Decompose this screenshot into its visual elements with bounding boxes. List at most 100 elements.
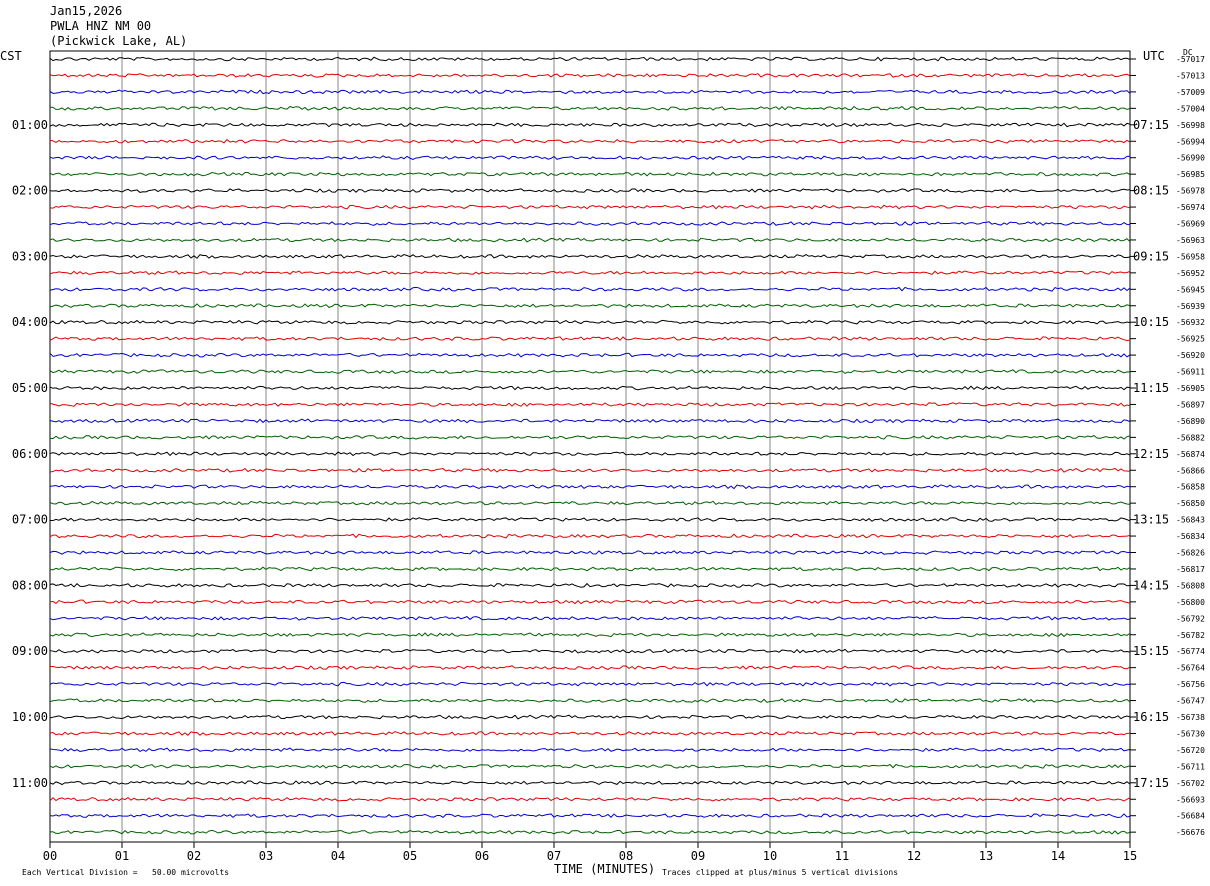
- seismic-trace: [49, 632, 1131, 638]
- seismic-trace: [49, 56, 1131, 62]
- left-hour-label: 10:00: [12, 710, 48, 724]
- dc-offset-label: -56866: [1176, 466, 1205, 475]
- dc-offset-label: -56925: [1176, 335, 1205, 344]
- seismic-trace: [49, 582, 1131, 588]
- dc-offset-label: -56890: [1176, 417, 1205, 426]
- dc-offset-label: -56817: [1176, 565, 1205, 574]
- seismic-trace: [49, 813, 1131, 819]
- seismic-trace: [49, 533, 1131, 539]
- dc-offset-label: -56808: [1176, 581, 1205, 590]
- dc-offset-label: -56874: [1176, 450, 1205, 459]
- x-tick-label: 10: [763, 849, 777, 863]
- left-hour-label: 05:00: [12, 381, 48, 395]
- dc-offset-label: -56858: [1176, 483, 1205, 492]
- dc-offset-label: -56747: [1176, 697, 1205, 706]
- right-hour-label: 15:15: [1133, 644, 1169, 658]
- dc-offset-label: -56978: [1176, 187, 1205, 196]
- right-hour-label: 14:15: [1133, 578, 1169, 592]
- dc-offset-label: -56834: [1176, 532, 1205, 541]
- x-tick-label: 03: [259, 849, 273, 863]
- dc-offset-label: -56945: [1176, 285, 1205, 294]
- seismic-trace: [49, 829, 1131, 835]
- seismogram-plot: 00 01 02 03 04 05 06 07 08 09 10 11 12 13 14 15 -57017 -5…: [12, 50, 1205, 863]
- seismic-trace: [49, 616, 1131, 621]
- right-hour-label: 09:15: [1133, 249, 1169, 263]
- dc-offset-label: -56711: [1176, 762, 1205, 771]
- seismic-trace: [49, 122, 1131, 128]
- x-tick-label: 09: [691, 849, 705, 863]
- dc-offset-label: -56702: [1176, 779, 1205, 788]
- dc-offset-label: -56932: [1176, 318, 1205, 327]
- x-tick-label: 11: [835, 849, 849, 863]
- seismic-trace: [49, 73, 1131, 78]
- seismic-trace: [49, 418, 1131, 424]
- dc-offset-label: -57004: [1176, 104, 1205, 113]
- dc-offset-label: -56897: [1176, 400, 1205, 409]
- seismic-trace: [49, 188, 1131, 193]
- dc-offset-label: -56958: [1176, 252, 1205, 261]
- dc-offset-label: -56826: [1176, 549, 1205, 558]
- seismic-trace: [49, 270, 1131, 275]
- dc-offset-label: -56985: [1176, 170, 1205, 179]
- dc-offset-label: -56990: [1176, 154, 1205, 163]
- seismic-trace: [49, 517, 1131, 522]
- dc-offset-label: -56738: [1176, 713, 1205, 722]
- right-hour-label: 07:15: [1133, 118, 1169, 132]
- right-hour-label: 16:15: [1133, 710, 1169, 724]
- seismic-trace: [49, 763, 1131, 769]
- x-tick-label: 14: [1051, 849, 1065, 863]
- seismic-trace: [49, 550, 1131, 555]
- seismic-trace: [49, 204, 1131, 210]
- right-hour-label: 17:15: [1133, 776, 1169, 790]
- right-hour-label: 13:15: [1133, 513, 1169, 527]
- dc-offset-label: -56774: [1176, 647, 1205, 656]
- dc-offset-label: -56843: [1176, 516, 1205, 525]
- seismic-trace: [49, 747, 1131, 753]
- dc-offset-label: -56720: [1176, 746, 1205, 755]
- dc-offset-label: -56963: [1176, 236, 1205, 245]
- seismic-trace: [49, 500, 1131, 506]
- dc-offset-label: -57009: [1176, 88, 1205, 97]
- right-hour-label: 11:15: [1133, 381, 1169, 395]
- dc-offset-label: -56764: [1176, 664, 1205, 673]
- dc-offset-label: -56730: [1176, 729, 1205, 738]
- dc-offset-label: -57017: [1176, 55, 1205, 64]
- dc-offset-label: -56939: [1176, 302, 1205, 311]
- dc-offset-label: -56693: [1176, 795, 1205, 804]
- dc-offset-label: -56782: [1176, 631, 1205, 640]
- x-tick-label: 06: [475, 849, 489, 863]
- dc-offset-label: -56684: [1176, 812, 1205, 821]
- seismic-trace: [49, 237, 1131, 243]
- left-hour-label: 04:00: [12, 315, 48, 329]
- seismic-trace: [49, 105, 1131, 111]
- seismic-trace: [49, 566, 1131, 572]
- dc-offset-label: -56792: [1176, 614, 1205, 623]
- x-tick-label: 02: [187, 849, 201, 863]
- seismic-trace: [49, 665, 1131, 670]
- dc-offset-label: -56969: [1176, 220, 1205, 229]
- seismic-trace: [49, 698, 1131, 703]
- dc-offset-label: -56756: [1176, 680, 1205, 689]
- left-hour-label: 01:00: [12, 118, 48, 132]
- seismic-trace: [49, 254, 1131, 259]
- x-tick-label: 04: [331, 849, 345, 863]
- seismic-trace: [49, 435, 1131, 440]
- seismic-trace: [49, 336, 1131, 341]
- seismic-trace: [49, 352, 1131, 358]
- seismic-trace: [49, 451, 1131, 457]
- x-tick-label: 07: [547, 849, 561, 863]
- x-tick-label: 13: [979, 849, 993, 863]
- left-hour-label: 07:00: [12, 513, 48, 527]
- seismic-trace: [49, 780, 1131, 786]
- seismic-trace: [49, 369, 1131, 374]
- x-tick-label: 01: [115, 849, 129, 863]
- seismic-trace: [49, 648, 1131, 654]
- seismic-trace: [49, 385, 1131, 391]
- seismic-trace: [49, 731, 1131, 736]
- left-hour-label: 02:00: [12, 184, 48, 198]
- seismic-trace: [49, 714, 1131, 720]
- seismic-trace: [49, 89, 1131, 95]
- dc-offset-label: -56911: [1176, 368, 1205, 377]
- seismic-trace: [49, 303, 1131, 309]
- seismic-trace: [49, 319, 1131, 325]
